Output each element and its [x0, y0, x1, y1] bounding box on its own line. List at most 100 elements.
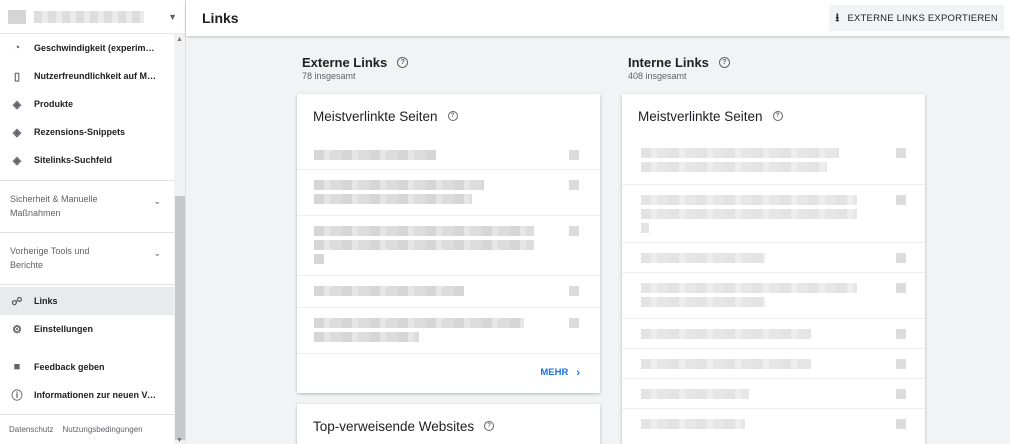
table-row[interactable]	[622, 184, 925, 242]
sidebar-item-speed[interactable]: ◔ Geschwindigkeit (experiment…	[0, 34, 185, 62]
table-row[interactable]	[297, 275, 600, 307]
redacted-count	[569, 180, 579, 190]
internal-links-title: Interne Links	[628, 55, 709, 70]
table-row[interactable]	[297, 307, 600, 353]
redacted-count	[569, 150, 579, 160]
sidebar-item-settings[interactable]: ⚙ Einstellungen	[0, 315, 185, 343]
table-row[interactable]	[622, 408, 925, 438]
privacy-link[interactable]: Datenschutz	[9, 425, 53, 434]
redacted-count	[569, 286, 579, 296]
property-name-redacted	[34, 10, 144, 23]
sidebar-section-legacy-tools[interactable]: Vorherige Tools und Berichte ⌄	[0, 232, 185, 284]
external-top-referring-sites-card: Top-verweisende Websites ?	[297, 404, 600, 444]
help-icon[interactable]: ?	[772, 111, 783, 121]
redacted-url	[641, 162, 827, 172]
redacted-url	[641, 297, 765, 307]
info-icon: ⓘ	[11, 390, 23, 402]
sidebar-item-label: Feedback geben	[34, 362, 105, 372]
redacted-url	[641, 329, 811, 339]
terms-link[interactable]: Nutzungsbedingungen	[62, 425, 142, 434]
help-icon[interactable]: ?	[718, 57, 730, 68]
internal-page-list	[622, 138, 925, 438]
redacted-count	[896, 389, 906, 399]
export-external-links-button[interactable]: ⭳ EXTERNE LINKS EXPORTIEREN	[829, 5, 1004, 31]
more-link[interactable]: MEHR ›	[297, 353, 600, 391]
sidebar-item-label: Links	[34, 296, 58, 306]
table-row[interactable]	[622, 378, 925, 408]
chevron-down-icon[interactable]: ⌄	[153, 195, 161, 220]
section-label-line1: Vorherige Tools und	[10, 246, 90, 256]
scroll-down-arrow-icon[interactable]: ▼	[176, 437, 183, 444]
more-link-label: MEHR	[540, 367, 569, 378]
page-title: Links	[202, 10, 239, 26]
sidebar-item-label: Einstellungen	[34, 324, 94, 334]
layers-icon: ◈	[12, 98, 22, 111]
sidebar-item-new-version-info[interactable]: ⓘ Informationen zur neuen Ver…	[0, 381, 185, 409]
redacted-url	[314, 194, 472, 204]
scroll-up-arrow-icon[interactable]: ▲	[176, 36, 183, 43]
sidebar-item-mobile-usability[interactable]: ▯ Nutzerfreundlichkeit auf Mo…	[0, 62, 185, 90]
help-icon[interactable]: ?	[397, 57, 409, 68]
export-button-label: EXTERNE LINKS EXPORTIEREN	[847, 12, 998, 24]
table-row[interactable]	[297, 138, 600, 169]
sidebar-scrollbar[interactable]: ▲ ▼	[174, 34, 185, 444]
scrollbar-thumb[interactable]	[175, 196, 185, 440]
redacted-url	[314, 226, 534, 236]
redacted-url	[641, 389, 749, 399]
mobile-icon: ▯	[13, 70, 21, 83]
download-icon: ⭳	[835, 11, 840, 24]
redacted-url	[314, 240, 534, 250]
sidebar-item-label: Sitelinks-Suchfeld	[34, 155, 113, 165]
nav-group-enhancements: ◔ Geschwindigkeit (experiment… ▯ Nutzerf…	[0, 34, 185, 174]
redacted-url	[641, 148, 839, 158]
sidebar: ▼ ◔ Geschwindigkeit (experiment… ▯ Nutze…	[0, 0, 186, 444]
table-row[interactable]	[622, 318, 925, 348]
table-row[interactable]	[622, 138, 925, 184]
redacted-count	[569, 226, 579, 236]
section-label: Sicherheit & Manuelle Maßnahmen	[10, 193, 98, 220]
redacted-count	[896, 195, 906, 205]
sidebar-section-security[interactable]: Sicherheit & Manuelle Maßnahmen ⌄	[0, 180, 185, 232]
table-row[interactable]	[622, 242, 925, 272]
internal-top-linked-pages-card: Meistverlinkte Seiten ?	[622, 94, 925, 444]
help-icon[interactable]: ?	[484, 421, 495, 431]
section-label: Vorherige Tools und Berichte	[10, 245, 89, 272]
sidebar-item-sitelinks-searchbox[interactable]: ◈ Sitelinks-Suchfeld	[0, 146, 185, 174]
sidebar-item-label: Rezensions-Snippets	[34, 127, 126, 137]
sidebar-item-review-snippets[interactable]: ◈ Rezensions-Snippets	[0, 118, 185, 146]
external-links-total: 78 insgesamt	[302, 71, 356, 81]
redacted-url	[641, 419, 745, 429]
sidebar-item-label: Geschwindigkeit (experiment…	[34, 43, 159, 53]
table-row[interactable]	[622, 272, 925, 318]
redacted-count	[896, 419, 906, 429]
table-row[interactable]	[622, 348, 925, 378]
layers-icon: ◈	[12, 154, 22, 167]
section-label-line2: Maßnahmen	[10, 207, 61, 218]
external-links-title: Externe Links	[302, 55, 388, 70]
redacted-url	[641, 195, 857, 205]
redacted-url	[314, 318, 524, 328]
gear-icon: ⚙	[12, 323, 22, 336]
table-row[interactable]	[297, 169, 600, 215]
sidebar-item-links[interactable]: ☍ Links	[0, 287, 185, 315]
chevron-down-icon[interactable]: ⌄	[153, 247, 161, 272]
redacted-url	[641, 283, 857, 293]
property-selector[interactable]: ▼	[0, 0, 185, 34]
sidebar-item-feedback[interactable]: ■ Feedback geben	[0, 353, 185, 381]
help-icon[interactable]: ?	[447, 111, 458, 121]
redacted-count	[896, 359, 906, 369]
redacted-url	[641, 223, 649, 233]
table-row[interactable]	[297, 215, 600, 275]
redacted-count	[896, 148, 906, 158]
redacted-url	[314, 254, 324, 264]
speedometer-icon: ◔	[13, 42, 21, 54]
redacted-count	[896, 283, 906, 293]
caret-down-icon[interactable]: ▼	[168, 12, 177, 22]
sitemap-icon: ☍	[11, 295, 23, 308]
card-title: Meistverlinkte Seiten	[313, 108, 438, 124]
card-title: Meistverlinkte Seiten	[638, 108, 763, 124]
sidebar-item-products[interactable]: ◈ Produkte	[0, 90, 185, 118]
sidebar-footer: Datenschutz Nutzungsbedingungen	[0, 414, 174, 444]
top-bar: Links ⭳ EXTERNE LINKS EXPORTIEREN	[186, 0, 1010, 36]
redacted-count	[896, 329, 906, 339]
